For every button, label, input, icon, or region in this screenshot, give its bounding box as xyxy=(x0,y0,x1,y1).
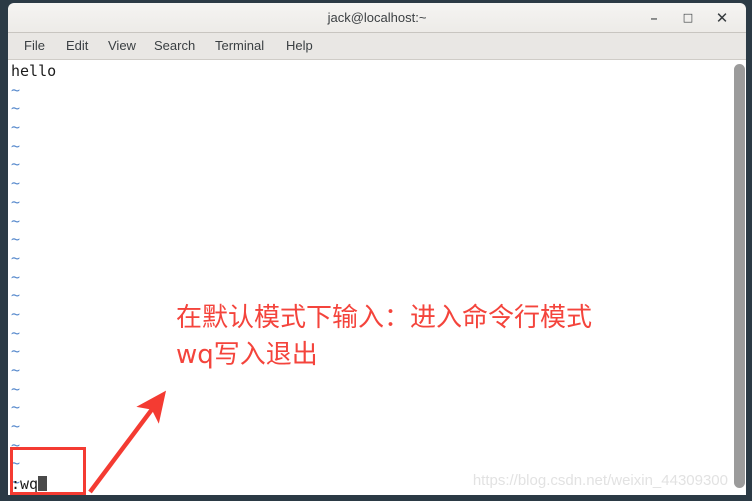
window-titlebar: jack@localhost:~ – □ ✕ xyxy=(8,3,746,33)
vim-empty-line-marker: ~ xyxy=(11,211,21,230)
menu-item-file[interactable]: File xyxy=(18,33,51,59)
watermark: https://blog.csdn.net/weixin_44309300 xyxy=(472,472,728,489)
vim-empty-line-marker: ~ xyxy=(11,435,21,454)
annotation-line-2: wq写入退出 xyxy=(176,340,318,370)
text-cursor xyxy=(38,476,48,491)
menubar: File Edit View Search Terminal Help xyxy=(8,33,746,60)
menu-item-help[interactable]: Help xyxy=(280,33,319,59)
vim-text-line: hello xyxy=(11,62,57,80)
vim-empty-line-marker: ~ xyxy=(11,248,21,267)
terminal-body[interactable]: hello ~ ~ ~ ~ ~ ~ ~ ~ ~ ~ ~ ~ ~ ~ ~ ~ ~ ~ ~ ~ ~ ~ :wq 在默认模式下输入… xyxy=(8,60,746,495)
vertical-scrollbar[interactable] xyxy=(732,60,746,495)
minimize-icon[interactable]: – xyxy=(640,3,668,33)
vim-empty-line-marker: ~ xyxy=(11,118,21,137)
window-title: jack@localhost:~ xyxy=(327,10,427,25)
vim-empty-line-marker: ~ xyxy=(11,454,21,473)
vim-empty-line-marker: ~ xyxy=(11,192,21,211)
menu-item-search[interactable]: Search xyxy=(148,33,201,59)
vim-command-text: :wq xyxy=(11,475,39,493)
vim-empty-line-marker: ~ xyxy=(11,99,21,118)
vim-empty-line-marker: ~ xyxy=(11,379,21,398)
vim-empty-line-marker: ~ xyxy=(11,136,21,155)
menu-item-view[interactable]: View xyxy=(102,33,142,59)
vim-empty-line-marker: ~ xyxy=(11,230,21,249)
annotation-line-1: 在默认模式下输入：进入命令行模式 xyxy=(176,303,593,333)
annotation-text: 在默认模式下输入：进入命令行模式 wq写入退出 xyxy=(176,300,592,374)
vim-empty-line-marker: ~ xyxy=(11,398,21,417)
terminal-window: jack@localhost:~ – □ ✕ File Edit View Se… xyxy=(0,0,752,501)
vim-empty-line-marker: ~ xyxy=(11,417,21,436)
maximize-icon[interactable]: □ xyxy=(674,3,702,33)
vim-empty-line-marker: ~ xyxy=(11,174,21,193)
menu-item-terminal[interactable]: Terminal xyxy=(209,33,270,59)
vim-empty-line-marker: ~ xyxy=(11,155,21,174)
vim-empty-line-marker: ~ xyxy=(11,267,21,286)
vim-empty-line-marker: ~ xyxy=(11,80,21,99)
vim-command-line[interactable]: :wq xyxy=(11,475,48,493)
close-icon[interactable]: ✕ xyxy=(708,3,736,33)
menu-item-edit[interactable]: Edit xyxy=(60,33,94,59)
vim-buffer: hello ~ ~ ~ ~ ~ ~ ~ ~ ~ ~ ~ ~ ~ ~ ~ ~ ~ ~ ~ ~ ~ ~ xyxy=(8,62,728,492)
scrollbar-thumb[interactable] xyxy=(734,64,745,488)
